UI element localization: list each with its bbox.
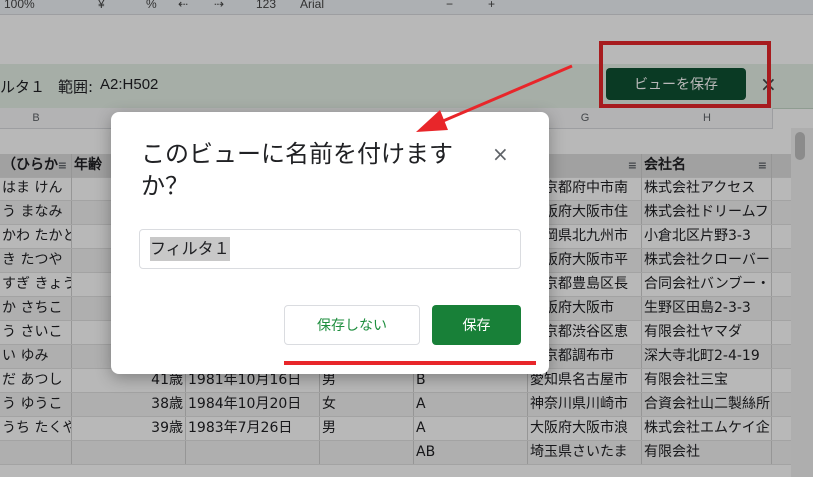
arrow-head (416, 110, 448, 132)
arrow-shaft (435, 64, 573, 126)
annotation-arrow (416, 64, 573, 132)
